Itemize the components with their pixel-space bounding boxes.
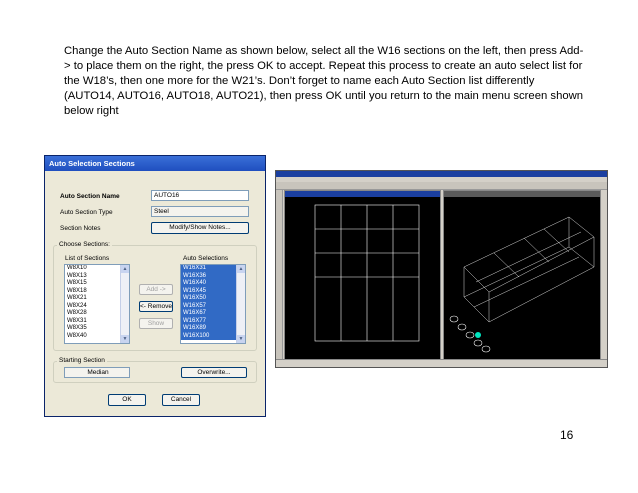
auto-section-name-label: Auto Section Name [60, 193, 120, 200]
auto-section-type-field: Steel [151, 206, 249, 217]
dialog-title: Auto Selection Sections [45, 156, 265, 171]
cancel-button[interactable]: Cancel [162, 394, 200, 406]
list-item[interactable]: W8X31 [65, 318, 120, 326]
auto-selections-label: Auto Selections [183, 255, 229, 262]
sap-side-toolbar [276, 190, 283, 360]
scroll-down-icon[interactable]: ▼ [237, 335, 245, 343]
sap-toolbar [276, 182, 607, 190]
sap2000-screenshot [275, 170, 608, 368]
overwrite-button[interactable]: Overwrite... [181, 367, 247, 378]
ok-button[interactable]: OK [108, 394, 146, 406]
add-button[interactable]: Add -> [139, 284, 173, 295]
list-item[interactable]: W16X77 [181, 317, 236, 325]
instruction-text: Change the Auto Section Name as shown be… [64, 45, 584, 117]
starting-section-label: Starting Section [57, 357, 107, 364]
sap-3d-view-window[interactable] [443, 190, 601, 360]
list-of-sections-scrollbar[interactable]: ▲ ▼ [120, 265, 129, 343]
list-of-sections-list[interactable]: W8X10 W8X13 W8X15 W8X18 W8X21 W8X24 W8X28 W8X31… [64, 264, 130, 344]
list-item[interactable]: W16X36 [181, 272, 236, 280]
list-item[interactable]: W16X40 [181, 280, 236, 288]
list-item[interactable]: W8X15 [65, 280, 120, 288]
sap-status-bar [276, 359, 607, 367]
list-item[interactable]: W16X89 [181, 325, 236, 333]
starting-section-field: Median [64, 367, 130, 378]
scroll-up-icon[interactable]: ▲ [121, 265, 129, 273]
list-item[interactable]: W8X21 [65, 295, 120, 303]
page-number: 16 [560, 428, 574, 442]
modify-show-notes-button[interactable]: Modify/Show Notes... [151, 222, 249, 234]
list-item[interactable]: W16X31 [181, 265, 236, 273]
auto-selections-scrollbar[interactable]: ▲ ▼ [236, 265, 245, 343]
list-item[interactable]: W8X10 [65, 265, 120, 273]
sap-3d-frame-drawing [449, 216, 595, 353]
choose-sections-label: Choose Sections: [57, 241, 112, 248]
list-item[interactable]: W16X45 [181, 287, 236, 295]
sap-selected-joint-icon [475, 332, 481, 338]
list-item[interactable]: W8X28 [65, 310, 120, 318]
scroll-down-icon[interactable]: ▼ [121, 335, 129, 343]
section-notes-label: Section Notes [60, 225, 101, 232]
list-item[interactable]: W8X40 [65, 333, 120, 341]
list-item[interactable]: W8X35 [65, 325, 120, 333]
list-item[interactable]: W8X13 [65, 273, 120, 281]
auto-section-type-label: Auto Section Type [60, 209, 113, 216]
auto-selection-sections-dialog: Auto Selection Sections Auto Section Nam… [44, 155, 266, 417]
list-item[interactable]: W8X24 [65, 303, 120, 311]
list-item[interactable]: W16X67 [181, 310, 236, 318]
list-item[interactable]: W8X18 [65, 288, 120, 296]
sap-2d-view-window[interactable] [284, 190, 441, 360]
list-of-sections-label: List of Sections [65, 255, 110, 262]
remove-button[interactable]: <- Remove [139, 301, 173, 312]
auto-section-name-input[interactable]: AUTO16 [151, 190, 249, 201]
list-item[interactable]: W16X50 [181, 295, 236, 303]
scroll-up-icon[interactable]: ▲ [237, 265, 245, 273]
list-item[interactable]: W16X57 [181, 302, 236, 310]
show-button[interactable]: Show [139, 318, 173, 329]
list-item[interactable]: W16X100 [181, 332, 236, 340]
sap-2d-frame-drawing [314, 204, 420, 342]
auto-selections-list[interactable]: W16X31 W16X36 W16X40 W16X45 W16X50 W16X57 W16X… [180, 264, 246, 344]
